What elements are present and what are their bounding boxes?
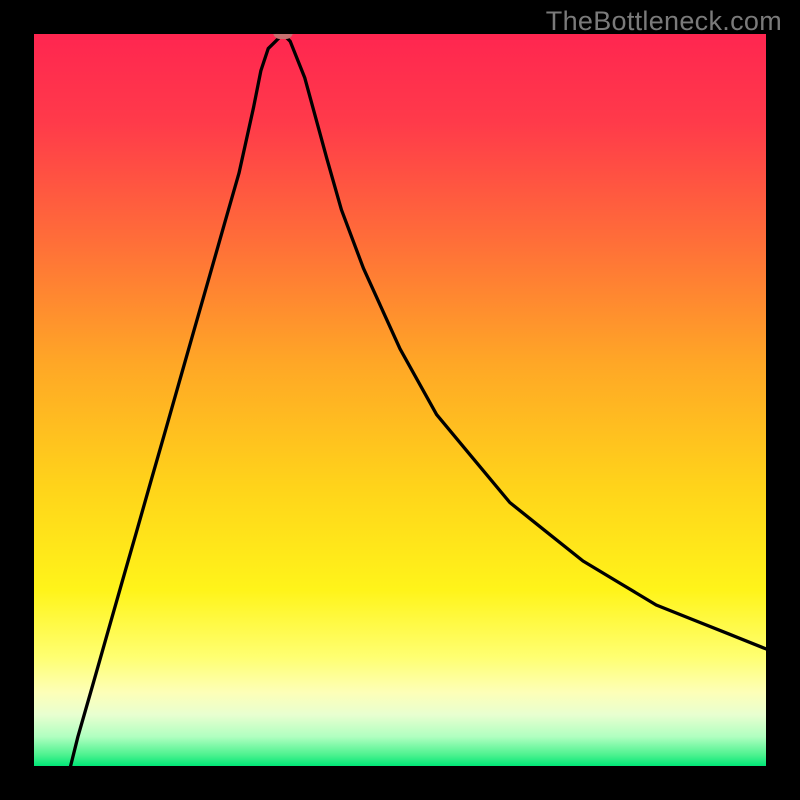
bottleneck-curve [34,34,766,766]
chart-container: TheBottleneck.com [0,0,800,800]
watermark-text: TheBottleneck.com [546,6,782,37]
plot-area [34,34,766,766]
